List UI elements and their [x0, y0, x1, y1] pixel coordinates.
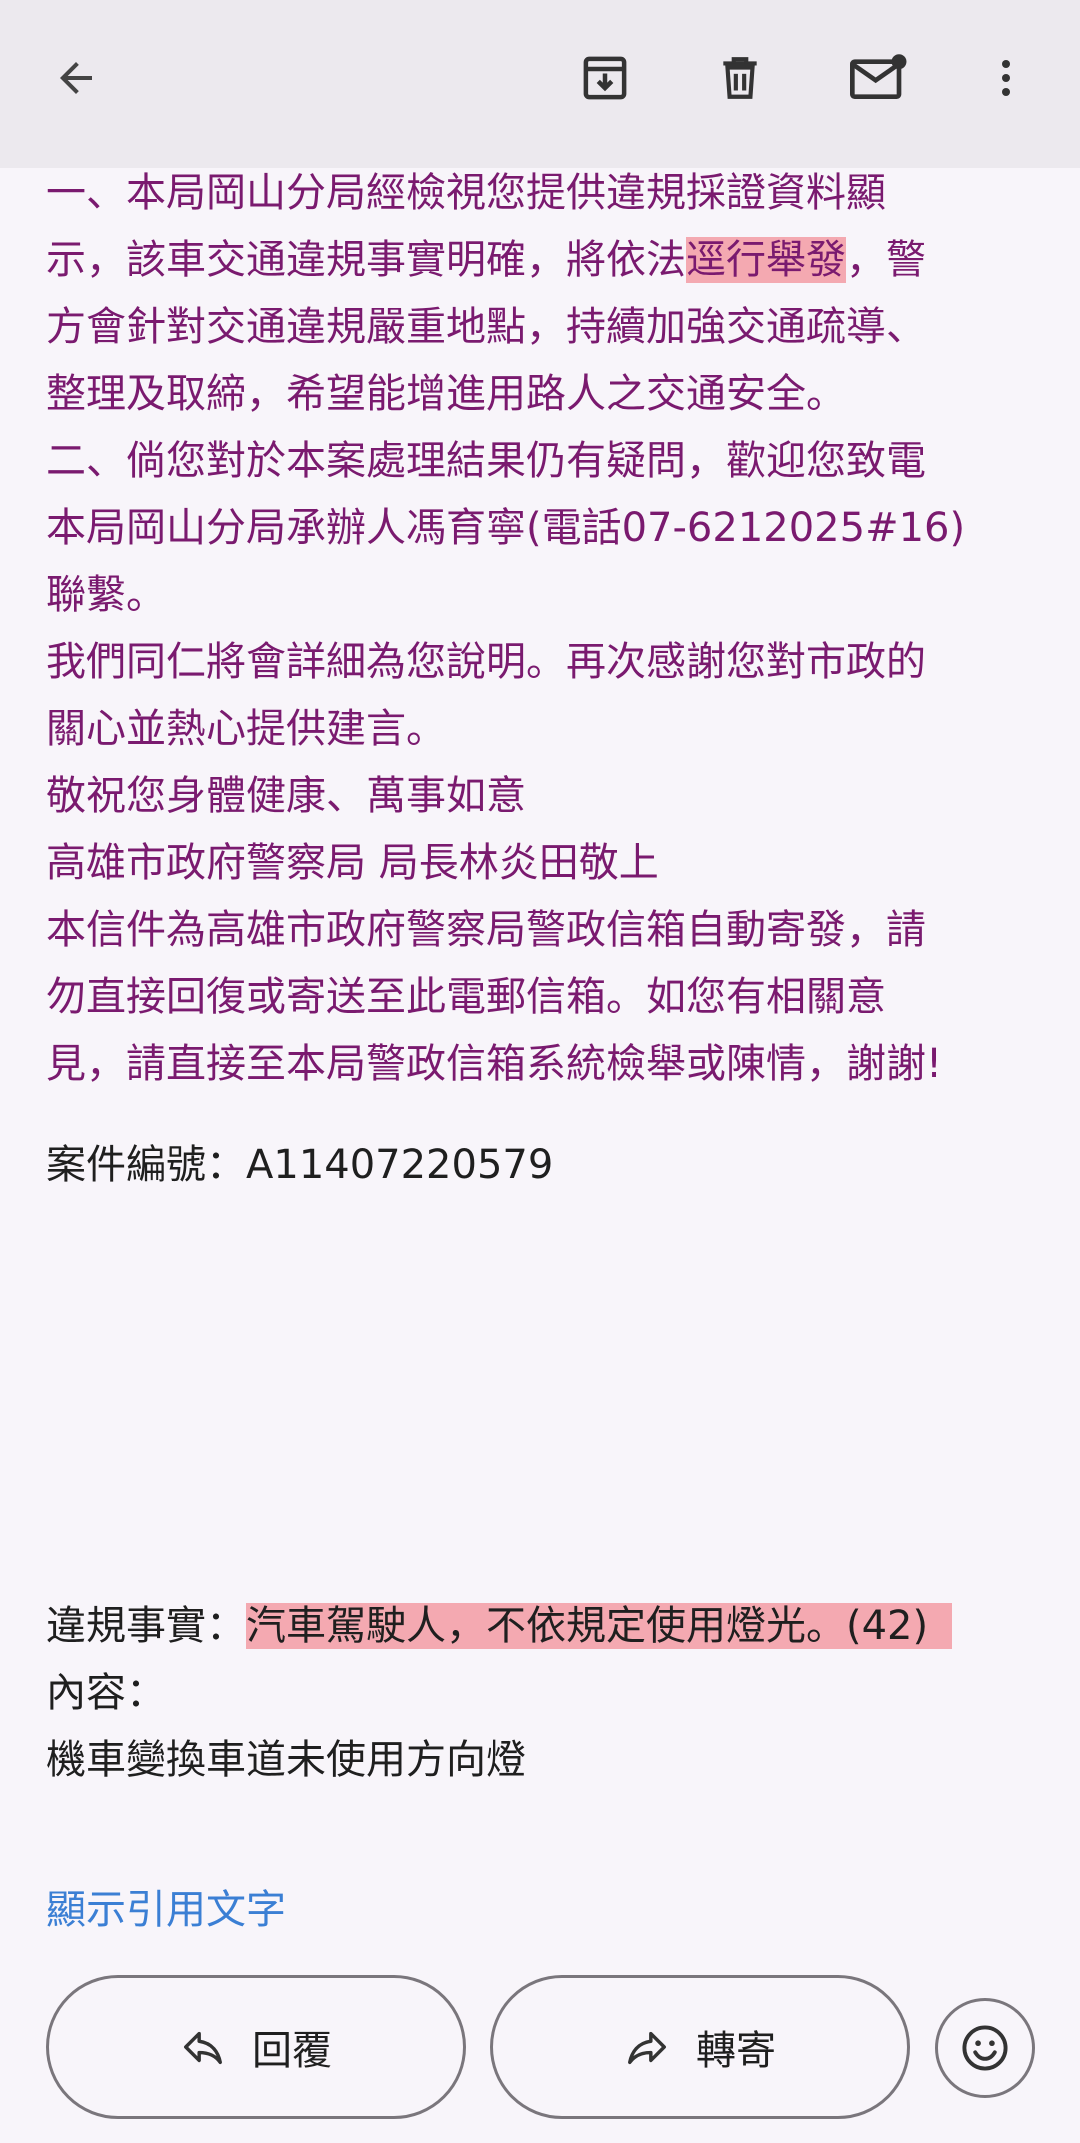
forward-icon: [628, 2031, 666, 2065]
email-toolbar: [0, 0, 1080, 168]
content-value: 機車變換車道未使用方向燈: [46, 1737, 526, 1783]
text-span: 示，該車交通違規事實明確，將依法: [46, 237, 686, 283]
paragraph-3: 我們同仁將會詳細為您說明。再次感謝您對市政的 關心並熱心提供建言。: [46, 629, 1046, 763]
emoji-icon: [962, 2025, 1008, 2071]
text-line: 整理及取締，希望能增進用路人之交通安全。: [46, 371, 846, 417]
paragraph-2: 二、倘您對於本案處理結果仍有疑問，歡迎您致電 本局岡山分局承辦人馮育寧(電話07…: [46, 428, 1046, 629]
content-label: 內容：: [46, 1670, 166, 1716]
archive-button[interactable]: [565, 38, 645, 118]
more-options-button[interactable]: [966, 38, 1046, 118]
text-line: 方會針對交通違規嚴重地點，持續加強交通疏導、: [46, 304, 926, 350]
text-line: 示，該車交通違規事實明確，將依法逕行舉發，警: [46, 227, 1046, 294]
back-button[interactable]: [36, 38, 116, 118]
delete-button[interactable]: [700, 38, 780, 118]
more-vert-icon: [1002, 60, 1010, 96]
mark-unread-icon: [850, 54, 907, 99]
case-number-label: 案件編號：: [46, 1142, 246, 1188]
trash-icon: [723, 57, 757, 99]
case-number-line: 案件編號：A11407220579: [46, 1132, 1046, 1199]
arrow-back-icon: [60, 62, 92, 94]
text-line: 聯繫。: [46, 572, 166, 618]
show-quoted-text-link[interactable]: 顯示引用文字: [46, 1880, 286, 1940]
mark-unread-button[interactable]: [838, 38, 918, 118]
text-span: ，警: [846, 237, 926, 283]
reply-label: 回覆: [252, 2028, 332, 2074]
signature-line: 高雄市政府警察局 局長林炎田敬上: [46, 840, 659, 886]
violation-line: 違規事實：汽車駕駛人，不依規定使用燈光。(42): [46, 1593, 1046, 1660]
text-line: 見，請直接至本局警政信箱系統檢舉或陳情，謝謝!: [46, 1041, 943, 1087]
violation-label: 違規事實：: [46, 1603, 246, 1649]
violation-value: 汽車駕駛人，不依規定使用燈光。(42): [246, 1603, 953, 1649]
reply-button[interactable]: 回覆: [46, 1975, 466, 2119]
case-number-value: A11407220579: [246, 1142, 554, 1188]
text-line: 本局岡山分局承辦人馮育寧(電話07-6212025#16): [46, 505, 966, 551]
highlighted-text: 逕行舉發: [686, 237, 846, 283]
text-line: 一、本局岡山分局經檢視您提供違規採證資料顯: [46, 170, 886, 216]
auto-notice: 本信件為高雄市政府警察局警政信箱自動寄發，請 勿直接回復或寄送至此電郵信箱。如您…: [46, 897, 1046, 1098]
text-line: 本信件為高雄市政府警察局警政信箱自動寄發，請: [46, 907, 926, 953]
closing-line: 敬祝您身體健康、萬事如意: [46, 773, 526, 819]
archive-icon: [583, 56, 627, 100]
text-line: 關心並熱心提供建言。: [46, 706, 446, 752]
forward-button[interactable]: 轉寄: [490, 1975, 910, 2119]
paragraph-1: 一、本局岡山分局經檢視您提供違規採證資料顯 示，該車交通違規事實明確，將依法逕行…: [46, 160, 1046, 428]
emoji-reaction-button[interactable]: [935, 1998, 1035, 2098]
reply-icon: [184, 2031, 222, 2065]
forward-label: 轉寄: [696, 2028, 776, 2074]
email-body: 一、本局岡山分局經檢視您提供違規採證資料顯 示，該車交通違規事實明確，將依法逕行…: [46, 160, 1046, 1794]
text-line: 二、倘您對於本案處理結果仍有疑問，歡迎您致電: [46, 438, 926, 484]
text-line: 我們同仁將會詳細為您說明。再次感謝您對市政的: [46, 639, 926, 685]
text-line: 勿直接回復或寄送至此電郵信箱。如您有相關意: [46, 974, 886, 1020]
